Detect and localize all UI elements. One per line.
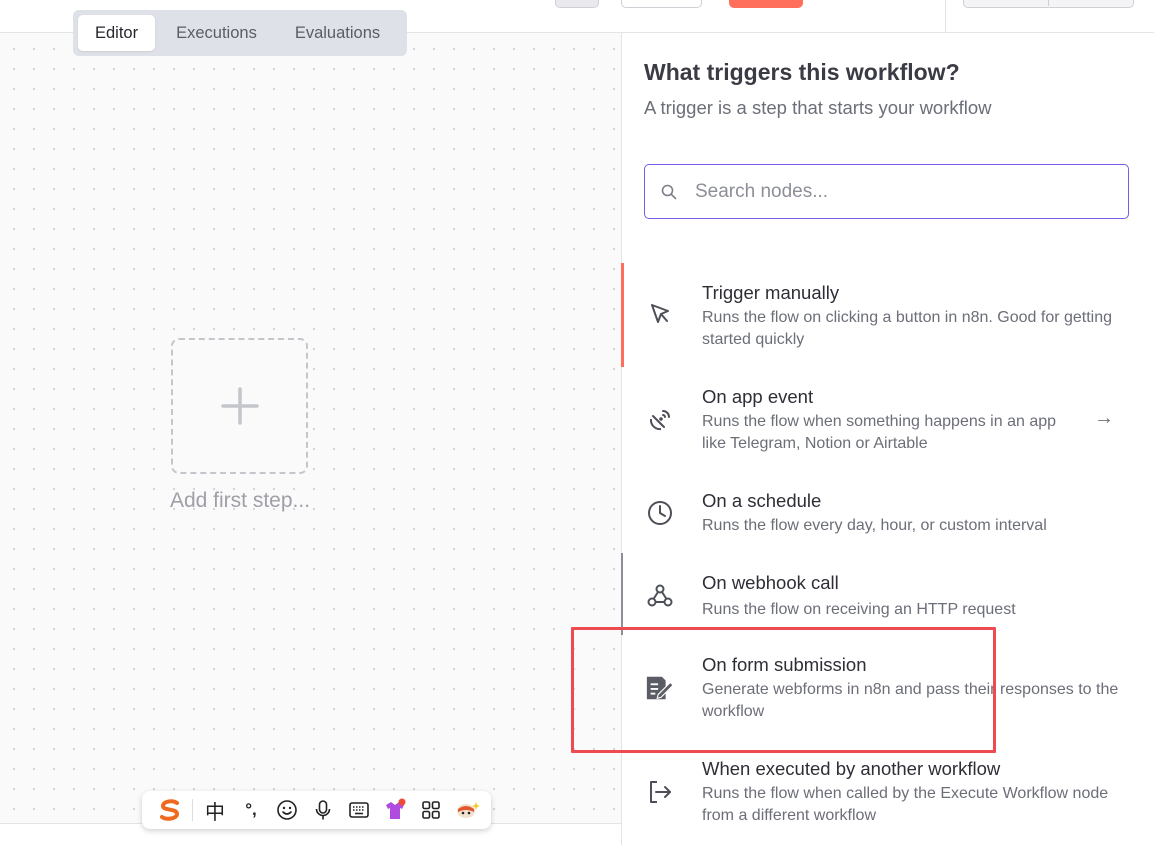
ime-toolbar: 中 °, (142, 791, 491, 829)
item-desc: Runs the flow on receiving an HTTP reque… (702, 601, 1016, 618)
mascot-icon[interactable] (449, 794, 485, 826)
panel-title: What triggers this workflow? (644, 59, 960, 85)
tab-editor[interactable]: Editor (78, 15, 156, 51)
form-icon (645, 673, 675, 703)
trigger-item-form[interactable]: On form submission Generate webforms in … (622, 635, 1154, 739)
item-title: On form submission (702, 654, 867, 675)
item-desc: Runs the flow on clicking a button in n8… (702, 309, 1113, 348)
view-tabs: Editor Executions Evaluations (73, 10, 407, 56)
keyboard-icon[interactable] (341, 794, 377, 826)
top-button-partial[interactable] (555, 0, 599, 8)
item-desc: Runs the flow when called by the Execute… (702, 785, 1109, 824)
chinese-mode-toggle[interactable]: 中 (197, 794, 233, 826)
trigger-item-sub-workflow[interactable]: When executed by another workflow Runs t… (622, 739, 1154, 843)
arrow-right-icon: → (1094, 407, 1114, 429)
search-box (644, 164, 1129, 219)
item-title: Trigger manually (702, 282, 840, 303)
hover-indicator (621, 553, 623, 635)
add-first-step-button[interactable] (171, 338, 308, 474)
microphone-icon[interactable] (305, 794, 341, 826)
tab-executions[interactable]: Executions (159, 15, 274, 51)
panel-subtitle: A trigger is a step that starts your wor… (644, 97, 992, 118)
save-button-partial[interactable] (729, 0, 803, 8)
trigger-item-app-event[interactable]: On app event Runs the flow when somethin… (622, 367, 1154, 471)
item-title: When executed by another workflow (702, 758, 1001, 779)
search-input[interactable] (695, 180, 1095, 203)
punctuation-toggle[interactable]: °, (233, 794, 269, 826)
pointer-icon (645, 299, 675, 329)
workflow-canvas[interactable] (0, 33, 621, 823)
share-button-partial[interactable] (621, 0, 702, 8)
sogou-logo-icon[interactable] (152, 794, 188, 826)
sign-out-icon (645, 777, 675, 807)
trigger-item-webhook[interactable]: On webhook call Runs the flow on receivi… (621, 553, 1154, 635)
toggle-separator (1048, 0, 1049, 6)
item-desc: Runs the flow every day, hour, or custom… (702, 517, 1047, 534)
emoji-icon[interactable] (269, 794, 305, 826)
item-desc: Runs the flow when something happens in … (702, 413, 1057, 452)
skin-shirt-icon[interactable] (377, 794, 413, 826)
add-step-label: Add first step... (169, 489, 311, 512)
item-title: On webhook call (702, 572, 839, 593)
trigger-item-manual[interactable]: Trigger manually Runs the flow on clicki… (621, 263, 1154, 367)
tab-evaluations[interactable]: Evaluations (278, 15, 397, 51)
item-desc: Generate webforms in n8n and pass their … (702, 681, 1119, 720)
webhook-icon (645, 581, 675, 611)
item-title: On a schedule (702, 490, 822, 511)
item-title: On app event (702, 386, 814, 407)
search-icon (661, 184, 677, 199)
apps-grid-icon[interactable] (413, 794, 449, 826)
satellite-dish-icon (645, 405, 675, 435)
trigger-item-schedule[interactable]: On a schedule Runs the flow every day, h… (622, 471, 1154, 553)
plus-icon (220, 387, 259, 425)
top-divider (945, 0, 946, 33)
ime-separator (192, 799, 193, 821)
trigger-panel: What triggers this workflow? A trigger i… (621, 33, 1154, 845)
clock-icon (645, 498, 675, 528)
active-indicator (621, 263, 624, 367)
